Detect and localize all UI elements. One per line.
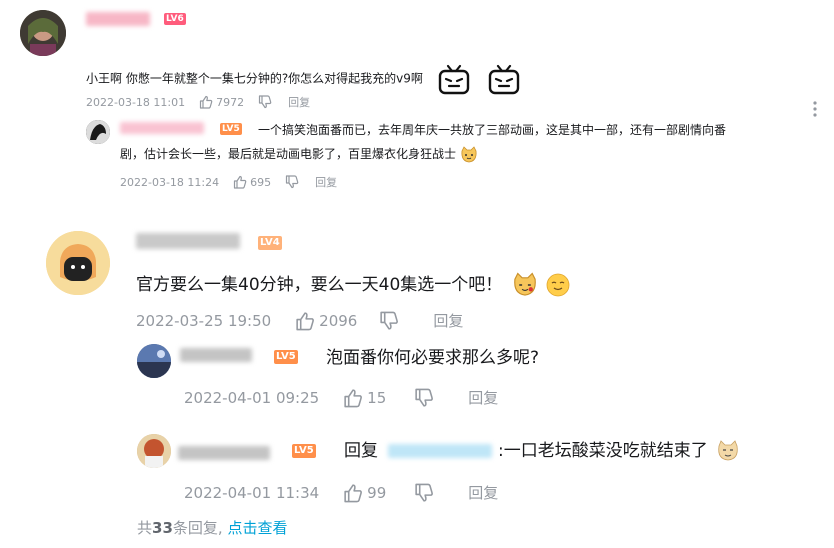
comment-text-content: 小王啊 你憋一年就整个一集七分钟的?你怎么对得起我充的v9啊 bbox=[86, 71, 423, 86]
reply-text: 剧，估计会长一些，最后就是动画电影了，百里爆衣化身狂战士 bbox=[120, 142, 478, 166]
more-options-icon[interactable] bbox=[812, 100, 818, 118]
comment-meta: 2022-03-18 11:01 7972 回复 bbox=[86, 94, 310, 110]
reply-button[interactable]: 回复 bbox=[468, 387, 498, 408]
like-count: 15 bbox=[367, 388, 387, 407]
level-badge: LV5 bbox=[292, 444, 316, 458]
reply-button[interactable]: 回复 bbox=[433, 310, 463, 331]
comment-text-content: 官方要么一集40分钟，要么一天40集选一个吧！ bbox=[136, 275, 503, 295]
comment-meta: 2022-03-25 19:50 2096 回复 bbox=[136, 310, 463, 331]
avatar[interactable] bbox=[46, 231, 110, 295]
thumbs-up-icon[interactable] bbox=[343, 388, 363, 408]
level-badge: LV5 bbox=[220, 123, 242, 135]
doge-emoji-icon bbox=[718, 440, 738, 461]
reply-button[interactable]: 回复 bbox=[315, 174, 337, 190]
mention-hidden[interactable] bbox=[388, 444, 492, 458]
like-count: 7972 bbox=[216, 95, 245, 109]
username-hidden[interactable] bbox=[180, 348, 252, 362]
timestamp: 2022-03-18 11:01 bbox=[86, 95, 186, 109]
tv-emoji-icon bbox=[488, 64, 519, 95]
avatar[interactable] bbox=[137, 344, 171, 378]
reply-text: :一口老坛酸菜没吃就结束了 bbox=[498, 437, 740, 465]
level-badge: LV5 bbox=[274, 350, 298, 364]
reply-text-content: 泡面番你何必要求那么多呢? bbox=[326, 348, 540, 368]
avatar[interactable] bbox=[20, 10, 66, 56]
like-count: 2096 bbox=[319, 311, 358, 330]
reply-meta: 2022-03-18 11:24 695 回复 bbox=[120, 174, 337, 190]
timestamp: 2022-04-01 11:34 bbox=[184, 483, 320, 502]
more-replies-count: 33 bbox=[152, 519, 173, 537]
timestamp: 2022-03-25 19:50 bbox=[136, 311, 272, 330]
thumbs-down-icon[interactable] bbox=[379, 311, 399, 331]
username-hidden[interactable] bbox=[178, 446, 270, 460]
more-replies-suffix: 条回复, bbox=[172, 519, 223, 537]
avatar[interactable] bbox=[86, 120, 110, 144]
reply-text-content: :一口老坛酸菜没吃就结束了 bbox=[498, 441, 708, 461]
more-replies: 共33条回复, 点击查看 bbox=[137, 516, 287, 540]
thumbs-up-icon[interactable] bbox=[343, 483, 363, 503]
reply-text-line1: 一个搞笑泡面番而已，去年周年庆一共放了三部动画，这是其中一部，还有一部剧情向番 bbox=[258, 123, 727, 137]
thumbs-down-icon[interactable] bbox=[258, 95, 272, 109]
reply-text-line2: 剧，估计会长一些，最后就是动画电影了，百里爆衣化身狂战士 bbox=[120, 147, 457, 161]
smile-emoji-icon bbox=[546, 273, 570, 297]
thumbs-up-icon[interactable] bbox=[233, 175, 247, 189]
comment-text: 小王啊 你憋一年就整个一集七分钟的?你怎么对得起我充的v9啊 bbox=[86, 62, 521, 96]
thumbs-down-icon[interactable] bbox=[414, 388, 434, 408]
like-count: 695 bbox=[250, 175, 272, 189]
reply-button[interactable]: 回复 bbox=[288, 94, 310, 110]
cat-emoji-icon bbox=[513, 272, 536, 296]
level-badge: LV4 bbox=[258, 236, 282, 250]
view-more-link[interactable]: 点击查看 bbox=[227, 519, 287, 537]
comment-text: 官方要么一集40分钟，要么一天40集选一个吧！ bbox=[136, 268, 570, 302]
reply-text: 一个搞笑泡面番而已，去年周年庆一共放了三部动画，这是其中一部，还有一部剧情向番 bbox=[258, 118, 726, 142]
reply-button[interactable]: 回复 bbox=[468, 482, 498, 503]
level-badge: LV6 bbox=[164, 13, 186, 25]
like-count: 99 bbox=[367, 483, 387, 502]
timestamp: 2022-04-01 09:25 bbox=[184, 388, 320, 407]
reply-text: 回复 bbox=[344, 437, 378, 465]
reply-text: 泡面番你何必要求那么多呢? bbox=[326, 344, 539, 372]
username-hidden[interactable] bbox=[136, 233, 240, 249]
username-hidden[interactable] bbox=[86, 12, 150, 26]
more-replies-prefix: 共 bbox=[137, 519, 153, 537]
tv-emoji-icon bbox=[438, 64, 469, 95]
reply-prefix: 回复 bbox=[344, 441, 378, 461]
username-hidden[interactable] bbox=[120, 122, 204, 134]
thumbs-up-icon[interactable] bbox=[199, 95, 213, 109]
avatar[interactable] bbox=[137, 434, 171, 468]
cat-emoji-icon bbox=[461, 145, 477, 162]
thumbs-down-icon[interactable] bbox=[414, 483, 434, 503]
reply-meta: 2022-04-01 11:34 99 回复 bbox=[184, 482, 498, 503]
reply-meta: 2022-04-01 09:25 15 回复 bbox=[184, 387, 498, 408]
thumbs-down-icon[interactable] bbox=[285, 175, 299, 189]
timestamp: 2022-03-18 11:24 bbox=[120, 175, 220, 189]
thumbs-up-icon[interactable] bbox=[295, 311, 315, 331]
